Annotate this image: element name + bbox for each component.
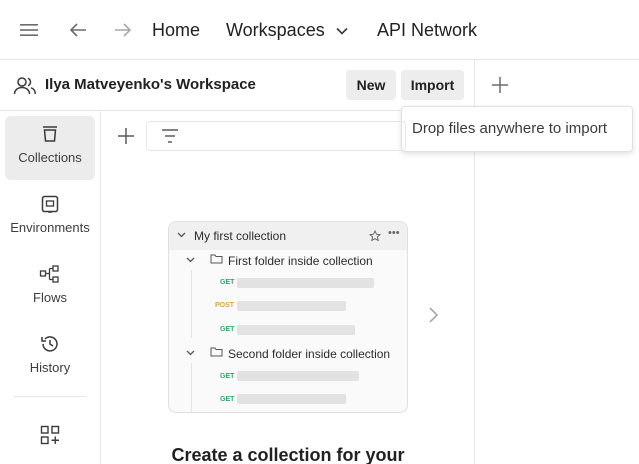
sidebar-item-label: History xyxy=(29,360,71,375)
add-apps-icon[interactable] xyxy=(40,425,60,445)
sidebar-item-flows[interactable]: Flows xyxy=(5,256,95,320)
top-bar: Home Workspaces API Network xyxy=(0,0,639,60)
filter-bar[interactable] xyxy=(146,121,406,151)
empty-state-heading: Create a collection for your xyxy=(171,445,405,464)
history-icon xyxy=(41,336,58,352)
nav-workspaces-label: Workspaces xyxy=(226,20,325,40)
method-badge: GET xyxy=(220,373,235,380)
sidebar-item-label: Flows xyxy=(33,290,67,305)
arrow-right-icon[interactable] xyxy=(111,18,135,42)
preview-collection-name: My first collection xyxy=(194,229,287,243)
tree-line xyxy=(191,270,192,338)
nav-api-network[interactable]: API Network xyxy=(377,18,477,42)
method-badge: POST xyxy=(215,302,235,309)
method-badge: GET xyxy=(220,396,235,403)
plus-icon[interactable] xyxy=(491,76,509,94)
plus-icon[interactable] xyxy=(115,125,137,147)
import-tooltip: Drop files anywhere to import xyxy=(401,106,633,152)
method-badge: GET xyxy=(220,326,235,333)
sidebar-item-label: Collections xyxy=(18,150,82,165)
new-button[interactable]: New xyxy=(346,70,396,100)
chevron-right-icon[interactable] xyxy=(425,305,441,325)
chevron-down-icon xyxy=(186,257,195,263)
sidebar: Collections Environments Flows History xyxy=(0,111,101,464)
method-badge: GET xyxy=(220,279,235,286)
placeholder-bar xyxy=(237,325,355,335)
collection-preview: My first collection ••• First folder ins… xyxy=(168,221,408,413)
hamburger-icon[interactable] xyxy=(17,18,41,42)
placeholder-bar xyxy=(237,371,359,381)
flows-icon xyxy=(39,265,59,283)
chevron-down-icon xyxy=(177,232,186,238)
sidebar-item-collections[interactable]: Collections xyxy=(5,116,95,180)
workspace-header: Ilya Matveyenko's Workspace New Import xyxy=(0,60,475,111)
filter-icon[interactable] xyxy=(161,128,179,144)
placeholder-bar xyxy=(237,394,346,404)
nav-workspaces[interactable]: Workspaces xyxy=(226,18,348,42)
more-icon: ••• xyxy=(388,227,400,239)
folder-icon xyxy=(210,254,223,264)
arrow-left-icon[interactable] xyxy=(66,18,90,42)
collections-icon xyxy=(43,126,57,142)
sidebar-item-history[interactable]: History xyxy=(5,326,95,390)
chevron-down-icon xyxy=(186,350,195,356)
preview-folder-2: Second folder inside collection xyxy=(228,347,391,361)
chevron-down-icon xyxy=(336,28,348,35)
placeholder-bar xyxy=(237,278,374,288)
environments-icon xyxy=(41,195,59,213)
folder-icon xyxy=(210,347,223,357)
preview-folder-1: First folder inside collection xyxy=(228,254,373,268)
nav-home[interactable]: Home xyxy=(152,18,200,42)
sidebar-item-label: Environments xyxy=(10,220,90,235)
team-icon xyxy=(13,77,37,95)
import-button[interactable]: Import xyxy=(401,70,464,100)
sidebar-item-environments[interactable]: Environments xyxy=(5,186,95,250)
sidebar-divider xyxy=(14,396,86,397)
star-icon xyxy=(369,230,381,242)
tree-line xyxy=(191,363,192,412)
workspace-title[interactable]: Ilya Matveyenko's Workspace xyxy=(45,76,256,93)
placeholder-bar xyxy=(237,301,346,311)
